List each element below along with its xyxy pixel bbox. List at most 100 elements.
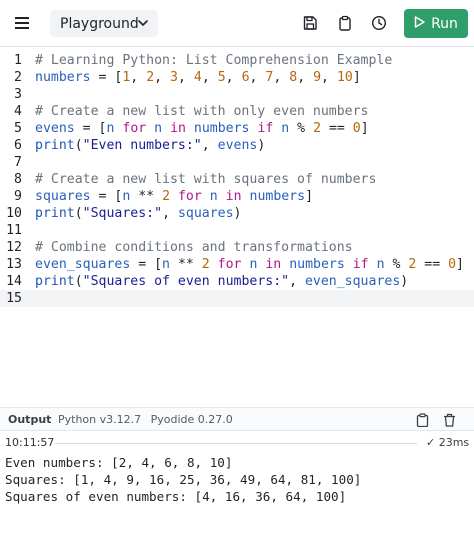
code-token: ] <box>456 257 464 272</box>
top-toolbar: Playground Run <box>0 0 474 47</box>
code-token: # Combine conditions and transformations <box>35 240 353 255</box>
code-line[interactable]: 7 <box>0 154 474 171</box>
code-token: if <box>352 257 369 272</box>
file-selector-button[interactable]: Playground <box>50 10 158 37</box>
code-token: in <box>265 257 282 272</box>
code-line[interactable]: 15 <box>0 290 474 307</box>
code-line[interactable]: 9 squares = [n ** 2 for n in numbers] <box>0 188 474 205</box>
code-token: if <box>257 121 274 136</box>
code-token: for <box>122 121 147 136</box>
code-token: "Squares of even numbers:" <box>82 274 290 289</box>
code-token: 0 <box>448 257 457 272</box>
output-line: Even numbers: [2, 4, 6, 8, 10] <box>5 455 233 470</box>
code-token: squares <box>177 206 234 221</box>
code-line[interactable]: 12 # Combine conditions and transformatio… <box>0 239 474 256</box>
code-token: , <box>201 70 218 85</box>
code-token: 9 <box>313 70 322 85</box>
code-token: ( <box>74 206 83 221</box>
code-token: ] <box>352 70 361 85</box>
run-divider <box>55 443 417 444</box>
code-line[interactable]: 14 print("Squares of even numbers:", even… <box>0 273 474 290</box>
code-token: 8 <box>289 70 298 85</box>
run-duration: ✓ 23ms <box>426 436 470 449</box>
clipboard-icon[interactable] <box>334 12 356 34</box>
code-token: ] <box>305 189 314 204</box>
code-text: numbers = [1, 2, 3, 4, 5, 6, 7, 8, 9, 10… <box>35 69 361 86</box>
code-token: , <box>162 206 178 221</box>
code-line[interactable]: 6 print("Even numbers:", evens) <box>0 137 474 154</box>
code-token: , <box>201 138 218 153</box>
code-line[interactable]: 3 <box>0 86 474 103</box>
pyodide-version: Pyodide 0.27.0 <box>150 413 233 426</box>
python-version: Python v3.12.7 <box>58 413 142 426</box>
code-token: 4 <box>193 70 202 85</box>
output-title: Output <box>8 413 52 426</box>
code-text: # Create a new list with only even numbe… <box>35 103 368 120</box>
code-token: 6 <box>241 70 250 85</box>
line-number: 4 <box>14 104 22 119</box>
code-token: ) <box>400 274 409 289</box>
run-button[interactable]: Run <box>404 9 468 38</box>
code-token: = [ <box>90 70 123 85</box>
code-token: "Squares:" <box>82 206 163 221</box>
code-token: 2 <box>162 189 171 204</box>
code-line[interactable]: 4 # Create a new list with only even numb… <box>0 103 474 120</box>
trash-icon[interactable] <box>441 411 458 428</box>
code-token: % <box>289 121 314 136</box>
history-clock-icon[interactable] <box>368 12 390 34</box>
code-token: print <box>35 274 75 289</box>
code-token: for <box>177 189 202 204</box>
code-text: # Create a new list with squares of numb… <box>35 171 376 188</box>
code-editor[interactable]: 1 # Learning Python: List Comprehension E… <box>0 48 474 406</box>
code-token: 10 <box>336 70 353 85</box>
code-token: ) <box>233 206 242 221</box>
line-number: 11 <box>6 223 22 238</box>
code-token: squares <box>35 189 91 204</box>
line-number: 6 <box>14 138 22 153</box>
code-token: print <box>35 138 75 153</box>
runtime-info: Python v3.12.7 Pyodide 0.27.0 <box>58 413 233 426</box>
run-button-label: Run <box>431 15 458 32</box>
line-number: 13 <box>6 257 22 272</box>
line-number: 12 <box>6 240 22 255</box>
code-line[interactable]: 8 # Create a new list with squares of num… <box>0 171 474 188</box>
hamburger-menu-icon[interactable] <box>11 12 33 34</box>
code-token: == <box>321 121 353 136</box>
code-token: in <box>225 189 242 204</box>
code-line[interactable]: 10 print("Squares:", squares) <box>0 205 474 222</box>
code-token: == <box>416 257 449 272</box>
code-token: ) <box>257 138 266 153</box>
copy-output-icon[interactable] <box>414 411 431 428</box>
code-line[interactable]: 5 evens = [n for n in numbers if n % 2 ==… <box>0 120 474 137</box>
code-text: # Combine conditions and transformations <box>35 239 353 256</box>
code-token: 2 <box>201 257 210 272</box>
code-token: , <box>154 70 171 85</box>
code-token: "Even numbers:" <box>82 138 202 153</box>
code-line[interactable]: 13 even_squares = [n ** 2 for n in number… <box>0 256 474 273</box>
code-token: 3 <box>170 70 178 85</box>
code-token: ( <box>74 274 83 289</box>
line-number: 10 <box>6 206 22 221</box>
code-token: evens <box>217 138 258 153</box>
code-line[interactable]: 2 numbers = [1, 2, 3, 4, 5, 6, 7, 8, 9, 1… <box>0 69 474 86</box>
output-line: Squares of even numbers: [4, 16, 36, 64,… <box>5 489 347 504</box>
code-text: squares = [n ** 2 for n in numbers] <box>35 188 313 205</box>
code-token: , <box>130 70 147 85</box>
save-icon[interactable] <box>299 12 321 34</box>
code-line[interactable]: 1 # Learning Python: List Comprehension E… <box>0 52 474 69</box>
code-token: numbers <box>35 70 91 85</box>
code-line[interactable]: 11 <box>0 222 474 239</box>
code-token: , <box>321 70 337 85</box>
code-token: for <box>217 257 242 272</box>
line-number: 8 <box>14 172 22 187</box>
code-token: = [ <box>90 189 123 204</box>
code-text: # Learning Python: List Comprehension Ex… <box>35 52 392 69</box>
run-meta-row: 10:11:57 ✓ 23ms <box>0 435 474 451</box>
